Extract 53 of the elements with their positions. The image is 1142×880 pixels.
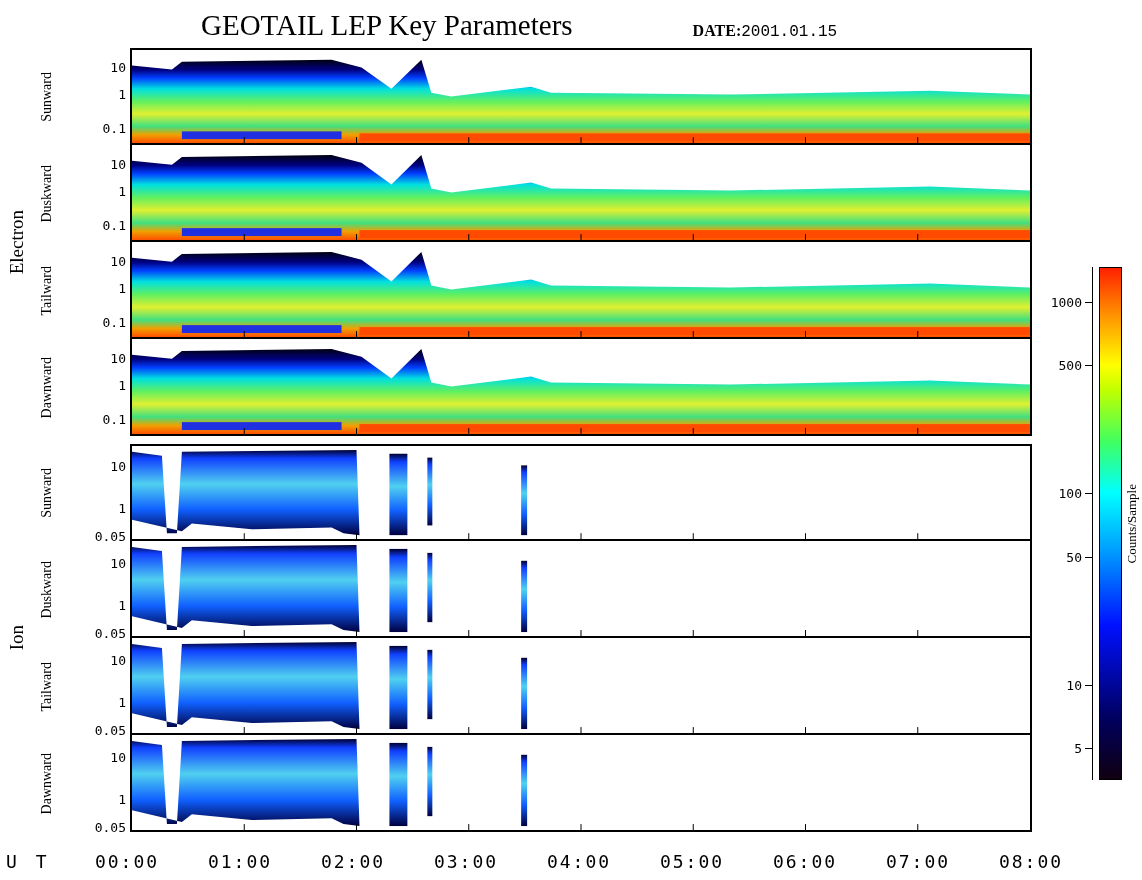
tick-label: 0.1 xyxy=(102,315,126,329)
tick-label: 1 xyxy=(118,695,126,709)
tick-label: 00:00 xyxy=(94,850,160,872)
tick-label: 04:00 xyxy=(546,850,612,872)
tick-label: 10 xyxy=(1066,678,1082,692)
tick-label: 10 xyxy=(110,157,126,171)
tick-label: 0.1 xyxy=(102,121,126,135)
tick-label: 0.05 xyxy=(94,723,126,737)
tick-label: 10 xyxy=(110,750,126,764)
tick-label: 07:00 xyxy=(885,850,951,872)
tick-label: 50 xyxy=(1066,550,1082,564)
group-label: Ion xyxy=(6,625,28,651)
tick-label: 1 xyxy=(118,378,126,392)
tick-label: 10 xyxy=(110,254,126,268)
tick-label: 05:00 xyxy=(659,850,725,872)
tick-label: 500 xyxy=(1058,358,1082,372)
tick-label: 02:00 xyxy=(320,850,386,872)
tick-label: 1 xyxy=(118,87,126,101)
tick-label: 5 xyxy=(1074,741,1082,755)
date-label: DATE:2001.01.15 xyxy=(692,22,838,43)
tick-label: 0.1 xyxy=(102,218,126,232)
axis-label: U T xyxy=(6,850,48,872)
tick-label: 0.1 xyxy=(102,412,126,426)
tick-label: 10 xyxy=(110,653,126,667)
panel-label: Sunward xyxy=(39,71,55,122)
tick-label: 0.05 xyxy=(94,626,126,640)
panel-label: Dawnward xyxy=(39,356,55,419)
tick-label: 10 xyxy=(110,459,126,473)
panel-label: Duskward xyxy=(39,164,55,223)
tick-label: 10 xyxy=(110,351,126,365)
panel-label: Tailward xyxy=(39,661,55,712)
axis-label: Counts/Sample xyxy=(1124,483,1140,564)
plot-title: GEOTAIL LEP Key Parameters xyxy=(201,9,573,43)
tick-label: 0.05 xyxy=(94,529,126,543)
tick-label: 10 xyxy=(110,556,126,570)
tick-label: 03:00 xyxy=(433,850,499,872)
tick-label: 1 xyxy=(118,598,126,612)
panel-label: Sunward xyxy=(39,467,55,518)
tick-label: 06:00 xyxy=(772,850,838,872)
tick-label: 1 xyxy=(118,281,126,295)
tick-label: 1 xyxy=(118,792,126,806)
tick-label: 08:00 xyxy=(998,850,1064,872)
tick-label: 1000 xyxy=(1050,295,1082,309)
tick-label: 10 xyxy=(110,60,126,74)
tick-label: 0.05 xyxy=(94,820,126,834)
panel-label: Tailward xyxy=(39,265,55,316)
tick-label: 100 xyxy=(1058,486,1082,500)
tick-label: 01:00 xyxy=(207,850,273,872)
group-label: Electron xyxy=(6,209,28,275)
tick-label: 1 xyxy=(118,501,126,515)
panel-label: Dawnward xyxy=(39,752,55,815)
tick-label: 1 xyxy=(118,184,126,198)
panel-label: Duskward xyxy=(39,560,55,619)
